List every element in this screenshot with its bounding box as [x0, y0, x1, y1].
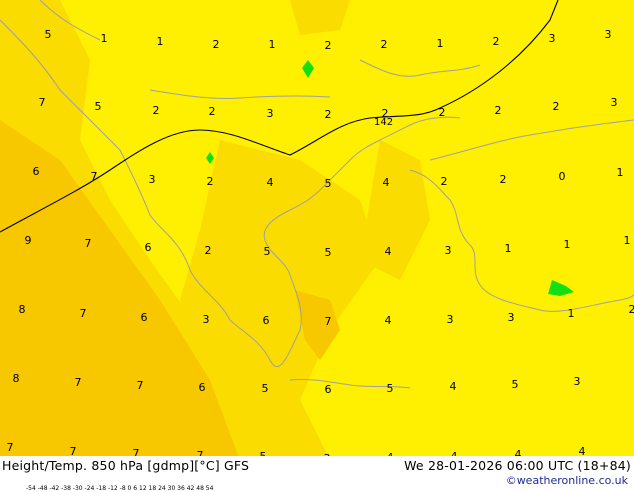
temperature-label: 1 [624, 234, 631, 247]
temperature-label: 7 [80, 307, 87, 320]
temperature-label: 1 [617, 166, 624, 179]
temperature-label: 1 [101, 32, 108, 45]
map-canvas: 1 4 2 5 1 1 2 1 2 2 1 2 3 3 7 5 2 2 3 2 2 2 2 2 3 6 7 3 2 4 5 4 2 2 0 1 9 7 6… [0, 0, 634, 490]
temperature-label: 1 [568, 307, 575, 320]
temperature-label: 5 [264, 245, 271, 258]
map-valid-time: We 28-01-2026 06:00 UTC (18+84) [404, 458, 631, 473]
temperature-label: 2 [153, 104, 160, 117]
temperature-label: 2 [213, 38, 220, 51]
temperature-label: 2 [553, 100, 560, 113]
temperature-label: 6 [263, 314, 270, 327]
temperature-label: 6 [141, 311, 148, 324]
temperature-label: 0 [559, 170, 566, 183]
temperature-label: 2 [500, 173, 507, 186]
temperature-label: 5 [45, 28, 52, 41]
temperature-label: 5 [325, 246, 332, 259]
temperature-label: 3 [574, 375, 581, 388]
temperature-label: 3 [149, 173, 156, 186]
temperature-label: 6 [145, 241, 152, 254]
temperature-label: 2 [207, 175, 214, 188]
temperature-label: 3 [611, 96, 618, 109]
temperature-label: 7 [91, 170, 98, 183]
temperature-label: 5 [325, 177, 332, 190]
temperature-label: 2 [209, 105, 216, 118]
temperature-label: 3 [445, 244, 452, 257]
temperature-label: 4 [383, 176, 390, 189]
temperature-label: 1 [157, 35, 164, 48]
temperature-label: 2 [495, 104, 502, 117]
temperature-label: 5 [512, 378, 519, 391]
temperature-label: 6 [199, 381, 206, 394]
temperature-label: 1 [564, 238, 571, 251]
temperature-label: 2 [629, 303, 634, 316]
temperature-label: 2 [205, 244, 212, 257]
temperature-label: 2 [381, 38, 388, 51]
temperature-label: 9 [25, 234, 32, 247]
temperature-label: 7 [137, 379, 144, 392]
temperature-label: 4 [385, 245, 392, 258]
credit-link[interactable]: ©weatheronline.co.uk [506, 474, 628, 487]
temperature-label: 7 [7, 441, 14, 454]
temperature-label: 3 [549, 32, 556, 45]
temperature-label: 6 [325, 383, 332, 396]
temperature-label: 7 [75, 376, 82, 389]
temperature-label: 3 [605, 28, 612, 41]
temperature-label: 2 [493, 35, 500, 48]
map-title: Height/Temp. 850 hPa [gdmp][°C] GFS [2, 458, 249, 473]
temperature-label: 3 [267, 107, 274, 120]
temperature-label: 5 [95, 100, 102, 113]
temperature-label: 5 [387, 382, 394, 395]
temperature-label: 4 [267, 176, 274, 189]
temperature-label: 8 [13, 372, 20, 385]
temperature-label: 6 [33, 165, 40, 178]
temperature-label: 3 [203, 313, 210, 326]
temperature-label: 4 [450, 380, 457, 393]
temperature-label: 3 [508, 311, 515, 324]
temperature-label: 2 [325, 39, 332, 52]
temperature-label: 2 [439, 106, 446, 119]
temperature-label: 1 [505, 242, 512, 255]
scale-tick-labels: -54 -48 -42 -38 -30 -24 -18 -12 -8 0 6 1… [26, 485, 213, 492]
temperature-label: 1 [437, 37, 444, 50]
temperature-label: 8 [19, 303, 26, 316]
temperature-label: 4 [385, 314, 392, 327]
temperature-label: 1 [269, 38, 276, 51]
temperature-label: 2 [325, 108, 332, 121]
temperature-label: 7 [85, 237, 92, 250]
temperature-label: 7 [39, 96, 46, 109]
weather-map: 1 4 2 5 1 1 2 1 2 2 1 2 3 3 7 5 2 2 3 2 2 2 2 2 3 6 7 3 2 4 5 4 2 2 0 1 9 7 6… [0, 0, 634, 490]
temperature-label: 3 [447, 313, 454, 326]
temperature-label: 2 [441, 175, 448, 188]
temperature-label: 7 [325, 315, 332, 328]
temperature-label: 5 [262, 382, 269, 395]
temperature-label: 2 [382, 107, 389, 120]
